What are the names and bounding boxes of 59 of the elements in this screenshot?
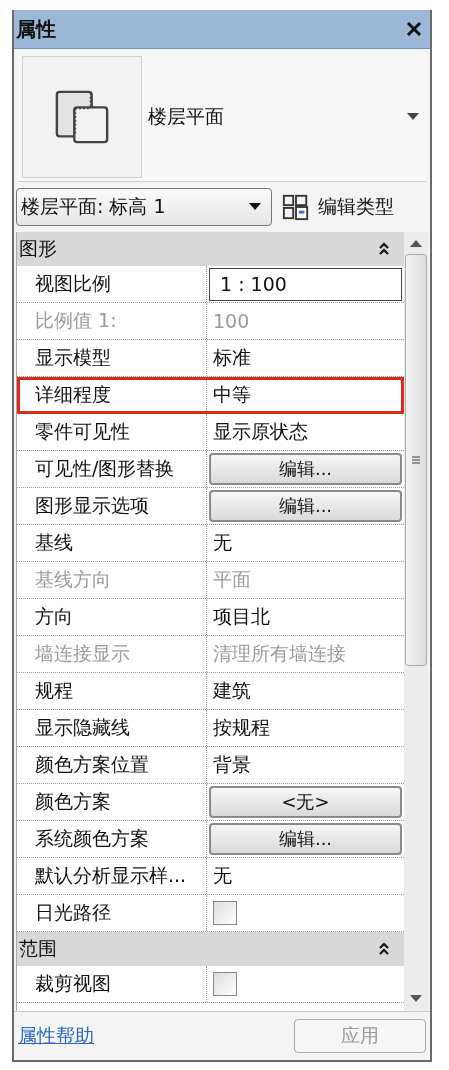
property-value: 显示原状态 [212,419,308,444]
property-label: 显示模型 [17,340,207,376]
edit-button[interactable]: <无> [209,786,402,818]
caret-icon [249,203,261,211]
property-label: 详细程度 [17,377,207,413]
property-label: 方向 [17,599,207,635]
edit-button[interactable]: 编辑... [209,823,402,855]
scroll-thumb[interactable] [405,254,427,666]
scrollbar[interactable] [404,232,428,1011]
checkbox[interactable] [213,901,237,925]
property-label: 视图比例 [17,266,207,302]
property-value: 平面 [212,567,251,592]
edit-type-icon [282,193,310,221]
checkbox[interactable] [213,972,237,996]
property-label: 颜色方案位置 [17,747,207,783]
type-selector[interactable]: 楼层平面 [18,53,426,182]
property-label: 图形显示选项 [17,488,207,524]
property-label: 颜色方案 [17,784,207,820]
grip-icon [411,455,421,465]
property-value: 建筑 [212,678,251,703]
help-link[interactable]: 属性帮助 [18,1023,94,1049]
property-label: 基线方向 [17,562,207,598]
edit-button[interactable]: 编辑... [209,490,402,522]
section-title: 范围 [19,936,57,961]
property-label: 墙连接显示 [17,636,207,672]
scroll-up-icon[interactable] [410,240,422,248]
edit-button[interactable]: 编辑... [209,453,402,485]
property-value: 背景 [212,752,251,777]
property-label: 规程 [17,673,207,709]
property-value: 项目北 [212,604,270,629]
scroll-down-icon[interactable] [410,995,422,1003]
section-header[interactable]: 范围 [17,932,404,966]
instance-dropdown[interactable]: 楼层平面: 标高 1 [16,188,272,226]
property-value: 按规程 [212,715,270,740]
value-field[interactable]: 1 : 100 [209,267,402,301]
property-value: 无 [212,863,232,888]
property-label: 显示隐藏线 [17,710,207,746]
property-label: 比例值 1: [17,303,207,339]
property-label: 基线 [17,525,207,561]
property-value: 标准 [212,345,251,370]
section-header[interactable]: 图形 [17,232,404,266]
close-icon[interactable] [406,21,422,37]
property-value: 无 [212,530,232,555]
property-label: 系统颜色方案 [17,821,207,857]
property-value: 清理所有墙连接 [212,641,346,666]
panel-title: 属性 [16,15,56,43]
caret-icon [406,113,420,121]
property-label: 裁剪视图 [17,966,207,1002]
property-value: 100 [212,310,250,332]
collapse-icon[interactable] [378,942,390,956]
property-label: 可见性/图形替换 [17,451,207,487]
property-label: 零件可见性 [17,414,207,450]
collapse-icon[interactable] [378,242,390,256]
property-label: 默认分析显示样... [17,858,207,894]
property-label: 日光路径 [17,895,207,931]
type-name: 楼层平面 [148,104,225,129]
edit-type-button[interactable]: 编辑类型 [280,193,396,221]
property-value: 中等 [212,382,251,407]
section-title: 图形 [19,236,57,261]
